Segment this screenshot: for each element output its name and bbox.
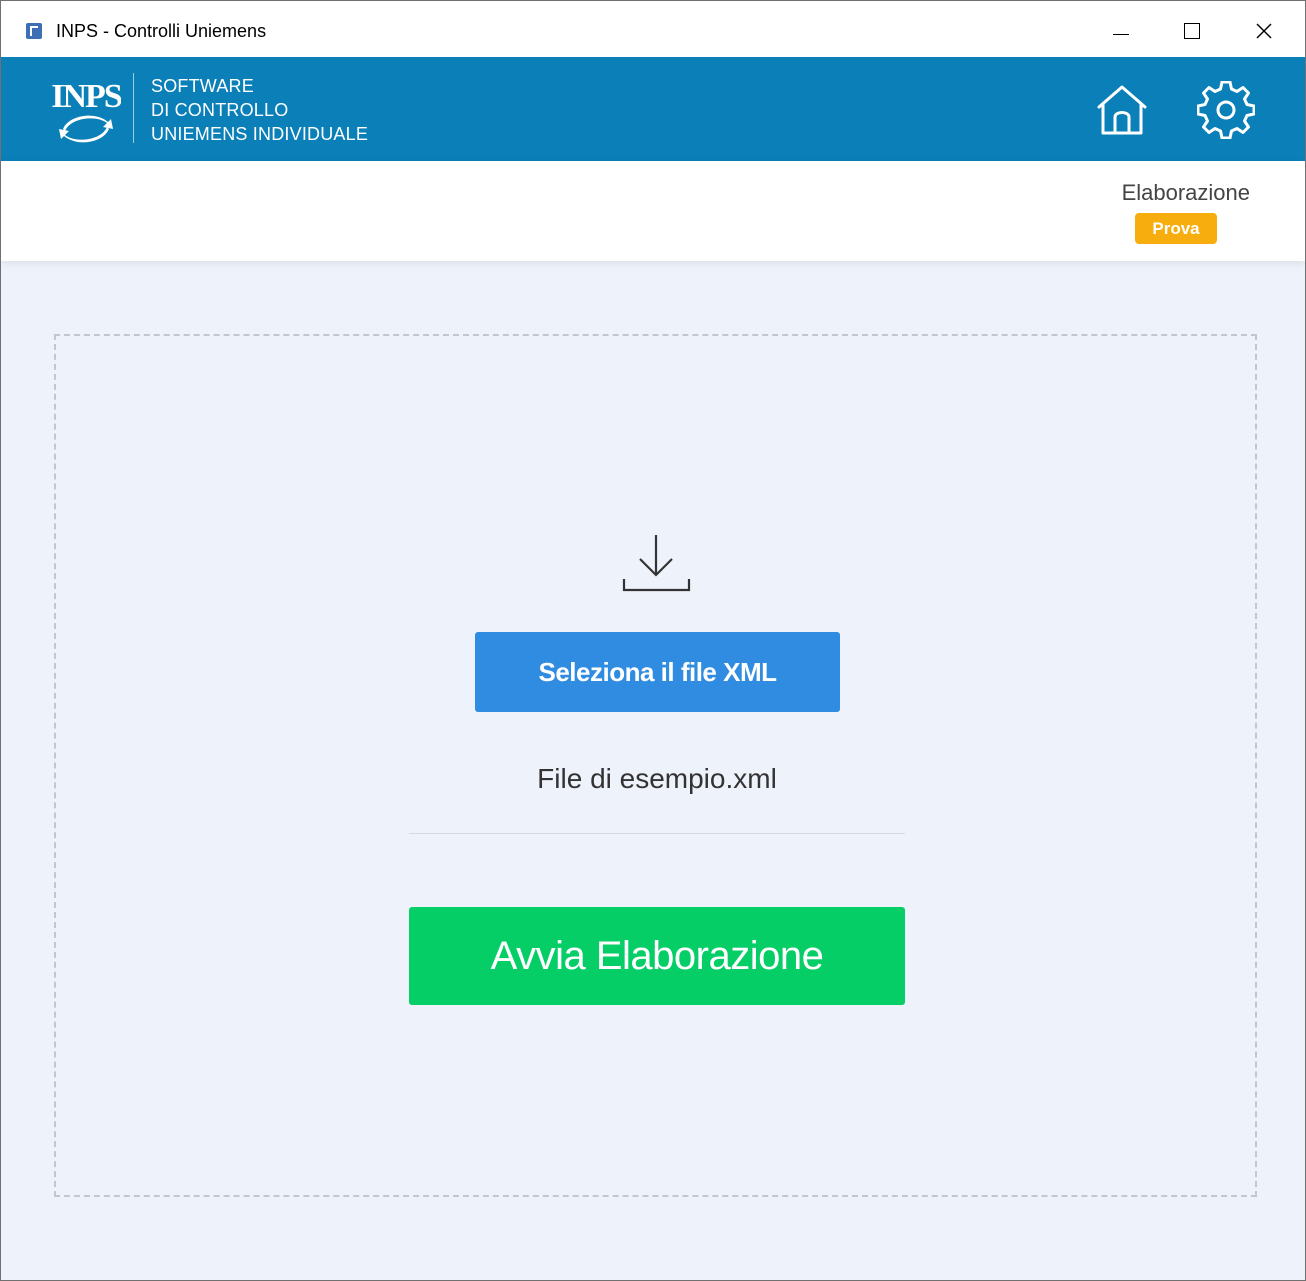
title-bar: INPS - Controlli Uniemens xyxy=(1,1,1305,57)
close-icon xyxy=(1256,23,1272,39)
app-subtitle: SOFTWARE DI CONTROLLO UNIEMENS INDIVIDUA… xyxy=(151,74,368,146)
mode-label: Elaborazione xyxy=(1121,180,1250,205)
window-title: INPS - Controlli Uniemens xyxy=(56,21,267,41)
divider xyxy=(409,833,905,834)
close-button[interactable] xyxy=(1228,1,1300,57)
subtitle-line-1: SOFTWARE xyxy=(151,76,254,96)
info-bar: Elaborazione Prova xyxy=(1,161,1305,261)
download-icon xyxy=(622,535,691,592)
app-header: INPS SOFTWARE DI CONTROLLO UNIEMENS INDI… xyxy=(1,57,1305,161)
gear-icon[interactable] xyxy=(1197,81,1255,139)
subtitle-line-2: DI CONTROLLO xyxy=(151,100,289,120)
app-icon xyxy=(26,23,42,39)
home-icon[interactable] xyxy=(1093,81,1151,139)
maximize-button[interactable] xyxy=(1156,1,1228,57)
select-file-button[interactable]: Seleziona il file XML xyxy=(475,632,840,712)
minimize-button[interactable] xyxy=(1084,1,1156,57)
mode-badge: Prova xyxy=(1135,213,1217,244)
selected-file-name: File di esempio.xml xyxy=(537,763,777,794)
subtitle-line-3: UNIEMENS INDIVIDUALE xyxy=(151,124,369,144)
inps-logo: INPS xyxy=(51,78,121,143)
start-processing-button[interactable]: Avvia Elaborazione xyxy=(409,907,905,1005)
app-window: INPS - Controlli Uniemens INPS SOFTWARE … xyxy=(0,0,1306,1281)
logo-text: INPS xyxy=(51,78,121,115)
logo-divider xyxy=(133,73,134,143)
